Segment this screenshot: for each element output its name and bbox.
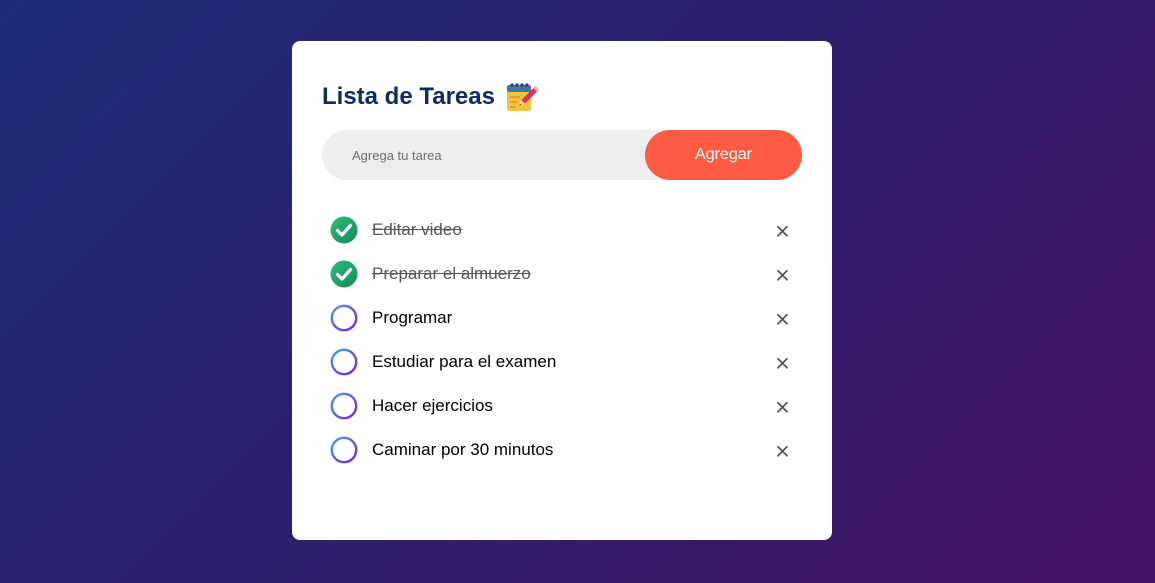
close-icon[interactable]: [774, 223, 790, 239]
task-text: Estudiar para el examen: [372, 352, 557, 371]
empty-circle-icon[interactable]: [330, 392, 358, 420]
task-item[interactable]: Caminar por 30 minutos: [322, 428, 802, 472]
close-icon[interactable]: [774, 355, 790, 371]
task-item[interactable]: Hacer ejercicios: [322, 384, 802, 428]
empty-circle-icon[interactable]: [330, 436, 358, 464]
add-task-bar: Agregar: [322, 130, 802, 180]
task-item[interactable]: Programar: [322, 296, 802, 340]
task-item[interactable]: Preparar el almuerzo: [322, 252, 802, 296]
task-text: Programar: [372, 308, 453, 327]
task-list: Editar video Preparar el almuerzo Progra…: [322, 208, 802, 472]
task-text: Hacer ejercicios: [372, 396, 493, 415]
task-text: Preparar el almuerzo: [372, 264, 531, 283]
task-item[interactable]: Estudiar para el examen: [322, 340, 802, 384]
check-circle-icon[interactable]: [330, 216, 358, 244]
task-text: Caminar por 30 minutos: [372, 440, 554, 459]
check-circle-icon[interactable]: [330, 260, 358, 288]
empty-circle-icon[interactable]: [330, 304, 358, 332]
close-icon[interactable]: [774, 267, 790, 283]
close-icon[interactable]: [774, 311, 790, 327]
close-icon[interactable]: [774, 399, 790, 415]
memo-icon: [504, 80, 539, 114]
add-button[interactable]: Agregar: [645, 130, 802, 180]
task-text: Editar video: [372, 220, 462, 239]
page-title: Lista de Tareas: [322, 83, 495, 110]
todo-card: Lista de Tareas Agrega tu tarea Agregar …: [292, 41, 832, 540]
header: Lista de Tareas: [322, 81, 802, 113]
empty-circle-icon[interactable]: [330, 348, 358, 376]
task-item[interactable]: Editar video: [322, 208, 802, 252]
close-icon[interactable]: [774, 443, 790, 459]
